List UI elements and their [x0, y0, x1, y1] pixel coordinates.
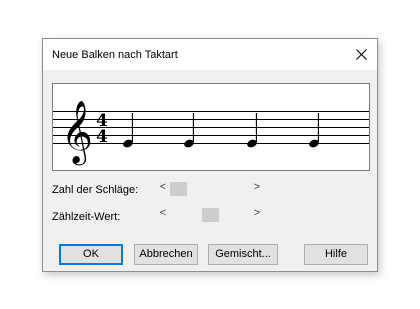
staff-svg: 𝄞 4 4 [53, 100, 369, 166]
beats-left-arrow[interactable]: < [157, 181, 169, 193]
beat-value-slider-track[interactable] [170, 208, 250, 222]
time-signature-denominator: 4 [96, 127, 108, 147]
beats-slider[interactable]: < > [157, 181, 263, 196]
beats-slider-track[interactable] [170, 182, 250, 196]
treble-clef-icon: 𝄞 [61, 100, 93, 166]
cancel-button[interactable]: Abbrechen [134, 244, 198, 265]
dialog-title: Neue Balken nach Taktart [52, 49, 178, 61]
beats-slider-thumb[interactable] [170, 182, 187, 196]
quarter-note [184, 113, 194, 148]
beam-dialog: Neue Balken nach Taktart 𝄞 4 4 Zahl der … [42, 38, 378, 272]
help-button[interactable]: Hilfe [304, 244, 368, 265]
quarter-note [123, 113, 133, 148]
beats-label: Zahl der Schläge: [52, 184, 139, 196]
staff-preview: 𝄞 4 4 [52, 83, 370, 171]
title-bar: Neue Balken nach Taktart [43, 39, 377, 70]
beat-value-slider[interactable]: < > [157, 207, 263, 222]
beat-value-right-arrow[interactable]: > [251, 207, 263, 219]
quarter-note [247, 113, 257, 148]
beat-value-left-arrow[interactable]: < [157, 207, 169, 219]
close-icon [356, 49, 367, 60]
beats-right-arrow[interactable]: > [251, 181, 263, 193]
beat-value-slider-thumb[interactable] [202, 208, 219, 222]
mixed-button[interactable]: Gemischt... [208, 244, 278, 265]
quarter-note [309, 113, 319, 148]
ok-button[interactable]: OK [59, 244, 123, 265]
close-button[interactable] [346, 39, 377, 70]
beat-value-label: Zählzeit-Wert: [52, 211, 121, 223]
